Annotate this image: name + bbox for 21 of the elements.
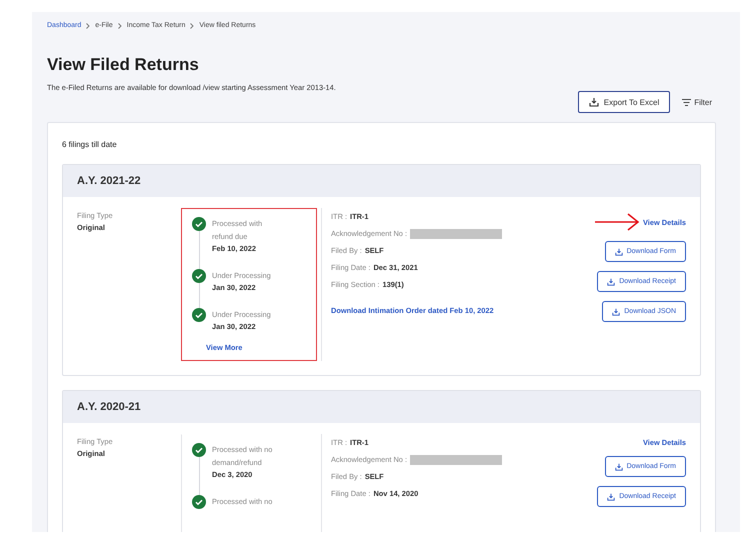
check-circle-icon bbox=[192, 269, 206, 283]
download-icon bbox=[588, 97, 599, 107]
download-icon bbox=[614, 248, 623, 256]
chevron-icon bbox=[190, 22, 194, 28]
download-icon bbox=[607, 278, 616, 286]
check-circle-icon bbox=[192, 443, 206, 457]
page-title: View Filed Returns bbox=[47, 55, 200, 75]
download-icon bbox=[607, 492, 616, 500]
filter-button[interactable]: Filter bbox=[678, 91, 716, 113]
check-circle-icon bbox=[192, 217, 206, 231]
check-circle-icon bbox=[192, 308, 206, 322]
filter-icon bbox=[682, 98, 692, 106]
chevron-icon bbox=[118, 22, 122, 28]
chevron-icon bbox=[86, 22, 90, 28]
assessment-year-heading: A.Y. 2021-22 bbox=[63, 165, 700, 197]
download-icon bbox=[612, 308, 620, 316]
check-circle-icon bbox=[192, 495, 206, 509]
download-icon bbox=[614, 462, 623, 470]
filings-count: 6 filings till date bbox=[62, 139, 118, 151]
assessment-year-heading: A.Y. 2020-21 bbox=[63, 391, 700, 423]
export-button[interactable]: Export To Excel bbox=[578, 91, 670, 113]
